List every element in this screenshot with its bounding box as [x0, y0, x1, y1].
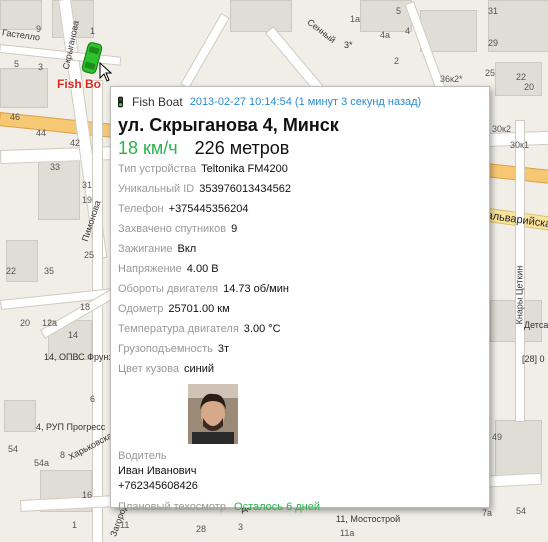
map-label: 2	[394, 56, 400, 66]
map-label: 46	[10, 112, 21, 122]
street-label: Сенный	[305, 16, 338, 46]
property-value: 4.00 В	[186, 263, 219, 275]
map-label: 11а	[340, 528, 355, 538]
map-label: 54	[516, 506, 527, 516]
map-label: 4а	[380, 30, 391, 40]
distance-value: 226 метров	[194, 138, 290, 158]
street-label: [28] 0	[522, 354, 545, 364]
map-label: 14	[68, 330, 79, 340]
property-key: Захвачено спутников	[118, 223, 227, 235]
map-label: 54	[8, 444, 19, 454]
driver-phone: +762345608426	[118, 480, 198, 492]
property-value: 14.73 об/мин	[223, 283, 289, 295]
street-label: Кнары Цеткин	[514, 265, 525, 325]
driver-photo	[188, 384, 238, 444]
map-label: 18	[80, 302, 91, 312]
property-row: Цвет кузова синий	[118, 359, 489, 379]
maintenance-row: Плановый техосмотр Осталось 6 дней	[118, 497, 489, 517]
property-value: +375445356204	[168, 203, 249, 215]
property-row: Телефон +375445356204	[118, 199, 489, 219]
map-label: 31	[488, 6, 499, 16]
map-label: 33	[50, 162, 61, 172]
property-value: 9	[231, 223, 238, 235]
vehicle-label[interactable]: Fish Bo	[57, 77, 101, 91]
property-row: Температура двигателя 3.00 °C	[118, 319, 489, 339]
map-label: 20	[20, 318, 31, 328]
map-label: 54а	[34, 458, 50, 468]
map-label: 5	[396, 6, 402, 16]
property-value: Вкл	[177, 243, 197, 255]
properties-list: Тип устройства Teltonika FM4200 Уникальный…	[118, 159, 489, 379]
street-label: Детсад	[524, 320, 548, 330]
map-label: 6	[90, 394, 96, 404]
map-label: 20	[524, 82, 535, 92]
property-row: Захвачено спутников 9	[118, 219, 489, 239]
map-label: 25	[485, 68, 496, 78]
property-key: Цвет кузова	[118, 363, 180, 375]
map-label: 16	[82, 490, 93, 500]
property-value: 25701.00 км	[168, 303, 230, 315]
property-key: Одометр	[118, 303, 164, 315]
map-label: 12а	[42, 318, 58, 328]
map-label: 44	[36, 128, 47, 138]
map-label: 22	[6, 266, 17, 276]
property-row: Тип устройства Teltonika FM4200	[118, 159, 489, 179]
address: ул. Скрыганова 4, Минск	[118, 115, 339, 135]
property-key: Температура двигателя	[118, 323, 239, 335]
map-label: 49	[492, 432, 503, 442]
driver-label: Водитель	[118, 450, 167, 462]
property-key: Телефон	[118, 203, 164, 215]
map-label: 4	[405, 26, 411, 36]
street-label: 3*	[344, 40, 353, 50]
property-value: 3.00 °C	[243, 323, 281, 335]
property-key: Грузоподъемность	[118, 343, 213, 355]
driver-name: Иван Иванович	[118, 465, 197, 477]
map-label: 31	[82, 180, 93, 190]
property-key: Уникальный ID	[118, 183, 195, 195]
property-value: 3т	[217, 343, 230, 355]
property-row: Обороты двигателя 14.73 об/мин	[118, 279, 489, 299]
object-name: Fish Boat	[132, 95, 183, 109]
property-key: Зажигание	[118, 243, 173, 255]
map-label: 28	[196, 524, 207, 534]
street-label: 4, РУП Прогресс	[36, 422, 106, 432]
map-label: 30к2	[492, 124, 511, 134]
mouse-cursor-icon	[99, 62, 113, 82]
map-label: 8	[60, 450, 66, 460]
vehicle-info-popup[interactable]: Fish Boat 2013-02-27 10:14:54 (1 минут 3…	[110, 86, 490, 513]
speed-value: 18 км/ч	[118, 138, 178, 158]
map-label: 1а	[350, 14, 361, 24]
traffic-light-icon	[118, 96, 123, 108]
property-row: Уникальный ID 353976013434562	[118, 179, 489, 199]
timestamp: 2013-02-27 10:14:54 (1 минут 3 секунд на…	[189, 96, 422, 108]
property-row: Одометр 25701.00 км	[118, 299, 489, 319]
property-row: Напряжение 4.00 В	[118, 259, 489, 279]
map-label: 3	[38, 62, 44, 72]
property-row: Зажигание Вкл	[118, 239, 489, 259]
map-label: 42	[70, 138, 81, 148]
map-label: 1	[90, 26, 96, 36]
property-value: Teltonika FM4200	[201, 163, 288, 175]
maintenance-value: Осталось 6 дней	[234, 501, 320, 513]
map-label: 3	[238, 522, 244, 532]
property-row: Грузоподъемность 3т	[118, 339, 489, 359]
map-label: 29	[488, 38, 499, 48]
property-value: синий	[184, 363, 215, 375]
map-label: 1	[72, 520, 78, 530]
property-value: 353976013434562	[199, 183, 291, 195]
map-label: 35	[44, 266, 55, 276]
property-key: Напряжение	[118, 263, 182, 275]
property-key: Тип устройства	[118, 163, 197, 175]
popup-header: Fish Boat 2013-02-27 10:14:54 (1 минут 3…	[118, 93, 489, 111]
property-key: Обороты двигателя	[118, 283, 219, 295]
map-label: 36к2*	[440, 74, 463, 84]
map-label: 25	[84, 250, 95, 260]
maintenance-label: Плановый техосмотр	[118, 501, 226, 513]
driver-block: Водитель Иван Иванович +762345608426	[118, 449, 489, 494]
map-label: 5	[14, 59, 20, 69]
map-label: 22	[516, 72, 527, 82]
map-label: 30к1	[510, 140, 529, 150]
speed-distance-row: 18 км/ч 226 метров	[118, 137, 489, 159]
